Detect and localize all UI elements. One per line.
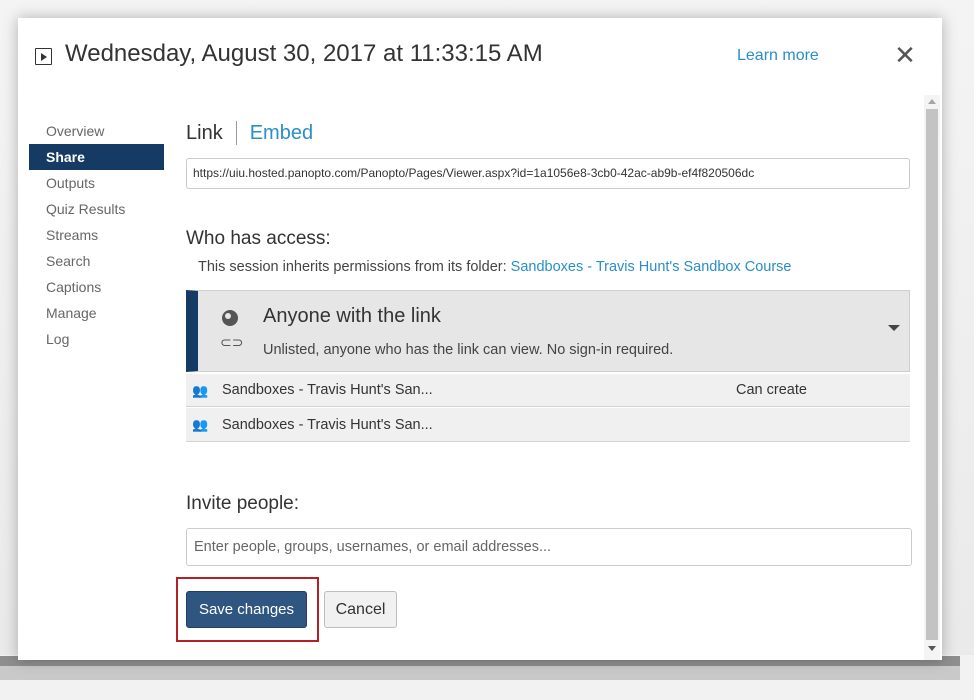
scroll-up-icon[interactable] xyxy=(928,99,936,104)
save-changes-button[interactable]: Save changes xyxy=(186,591,307,628)
sidebar-item-captions[interactable]: Captions xyxy=(29,274,164,300)
tab-embed[interactable]: Embed xyxy=(250,122,313,145)
link-chain-icon: ⊂⊃ xyxy=(220,334,244,350)
sidebar-item-outputs[interactable]: Outputs xyxy=(29,170,164,196)
page-title: Wednesday, August 30, 2017 at 11:33:15 A… xyxy=(65,40,543,67)
modal-header: Wednesday, August 30, 2017 at 11:33:15 A… xyxy=(18,18,942,94)
invite-people-heading: Invite people: xyxy=(186,493,300,514)
inherit-prefix: This session inherits permissions from i… xyxy=(198,259,511,275)
chevron-down-icon[interactable] xyxy=(888,325,900,331)
group-icon: 👥 xyxy=(192,383,209,398)
video-play-icon xyxy=(35,48,52,65)
access-level-title: Anyone with the link xyxy=(263,305,441,327)
vertical-scrollbar[interactable] xyxy=(924,95,940,660)
tab-divider xyxy=(235,121,237,145)
scroll-down-icon[interactable] xyxy=(928,646,936,651)
who-has-access-heading: Who has access: xyxy=(186,228,331,249)
sidebar-item-search[interactable]: Search xyxy=(29,248,164,274)
permission-row: 👥 Sandboxes - Travis Hunt's San... Can c… xyxy=(186,374,910,407)
access-level-description: Unlisted, anyone who has the link can vi… xyxy=(263,342,674,358)
sidebar-item-log[interactable]: Log xyxy=(29,326,164,352)
share-url-field[interactable]: https://uiu.hosted.panopto.com/Panopto/P… xyxy=(186,158,910,189)
inherit-permissions-text: This session inherits permissions from i… xyxy=(198,259,792,275)
sidebar-item-quiz-results[interactable]: Quiz Results xyxy=(29,196,164,222)
close-icon[interactable]: ✕ xyxy=(894,42,916,68)
share-tabs: Link Embed xyxy=(186,118,313,148)
background-strip-mid xyxy=(0,666,960,680)
sidebar-item-share[interactable]: Share xyxy=(29,144,164,170)
sidebar-item-overview[interactable]: Overview xyxy=(29,118,164,144)
learn-more-link[interactable]: Learn more xyxy=(737,47,819,65)
permission-group-name: Sandboxes - Travis Hunt's San... xyxy=(222,417,433,433)
settings-sidebar: Overview Share Outputs Quiz Results Stre… xyxy=(29,118,164,352)
sidebar-item-manage[interactable]: Manage xyxy=(29,300,164,326)
sidebar-item-streams[interactable]: Streams xyxy=(29,222,164,248)
globe-icon xyxy=(222,310,238,326)
permission-row: 👥 Sandboxes - Travis Hunt's San... xyxy=(186,408,910,442)
tab-link[interactable]: Link xyxy=(186,122,223,145)
cancel-button[interactable]: Cancel xyxy=(324,591,397,628)
access-level-dropdown[interactable]: ⊂⊃ Anyone with the link Unlisted, anyone… xyxy=(186,290,910,372)
inherit-folder-link[interactable]: Sandboxes - Travis Hunt's Sandbox Course xyxy=(511,259,792,275)
permission-group-name: Sandboxes - Travis Hunt's San... xyxy=(222,382,433,398)
session-settings-modal: Wednesday, August 30, 2017 at 11:33:15 A… xyxy=(18,18,942,660)
permission-role: Can create xyxy=(736,382,807,398)
invite-people-input[interactable] xyxy=(186,528,912,566)
group-icon: 👥 xyxy=(192,417,209,432)
scroll-thumb[interactable] xyxy=(926,109,938,640)
